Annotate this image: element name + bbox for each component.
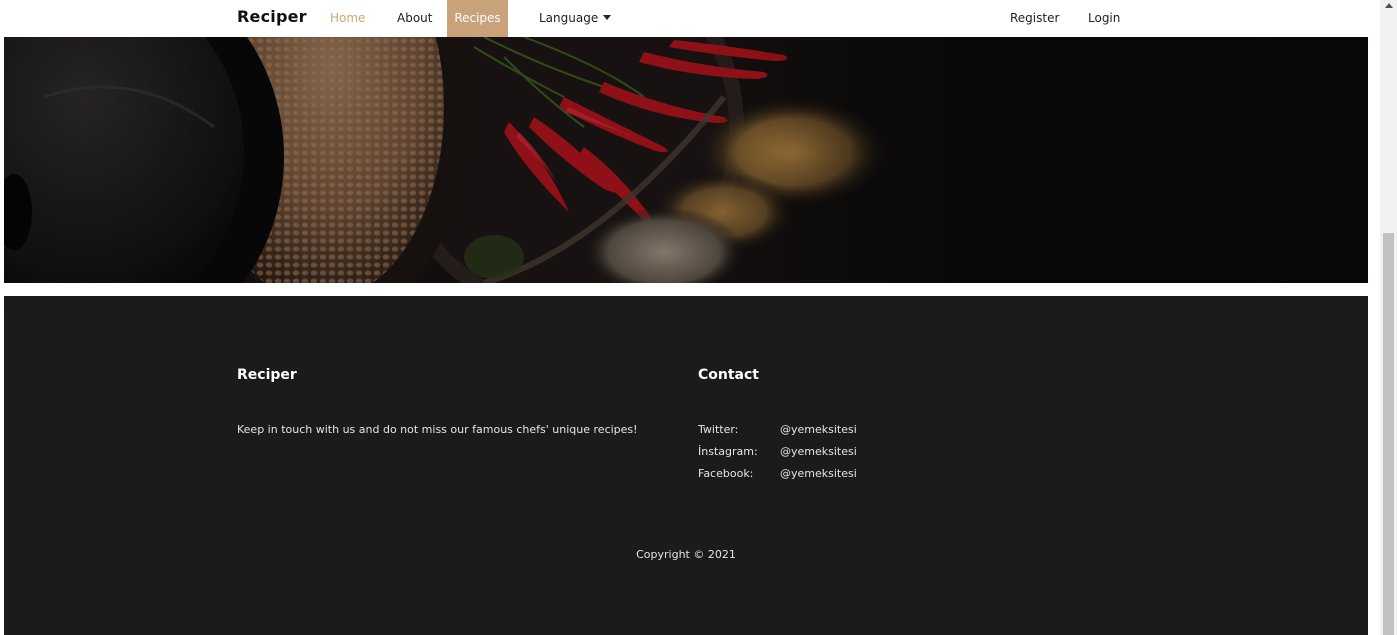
- brand-logo[interactable]: Reciper: [237, 7, 307, 26]
- nav-about-link[interactable]: About: [397, 0, 432, 37]
- contact-handle[interactable]: @yemeksitesi: [780, 423, 857, 436]
- nav-language-label: Language: [539, 11, 599, 25]
- scroll-up-arrow-icon[interactable]: [1385, 3, 1393, 8]
- caret-down-icon: [603, 15, 612, 20]
- footer-contact-title: Contact: [698, 367, 759, 383]
- hero-image: [4, 37, 1368, 283]
- footer-brand-title: Reciper: [237, 367, 297, 383]
- copyright-text: Copyright © 2021: [636, 548, 736, 561]
- contact-label: Twitter:: [698, 423, 739, 436]
- nav-register-link[interactable]: Register: [1010, 0, 1059, 37]
- contact-handle[interactable]: @yemeksitesi: [780, 445, 857, 458]
- footer-tagline: Keep in touch with us and do not miss ou…: [237, 423, 638, 436]
- page: Reciper Home About Recipes Language Regi…: [0, 0, 1397, 635]
- scrollbar-thumb[interactable]: [1383, 233, 1394, 635]
- spices-photo: [4, 37, 1368, 283]
- nav-home-link[interactable]: Home: [330, 0, 365, 37]
- nav-language-dropdown[interactable]: Language: [539, 0, 612, 37]
- contact-handle[interactable]: @yemeksitesi: [780, 467, 857, 480]
- contact-label: İnstagram:: [698, 445, 758, 458]
- contact-label: Facebook:: [698, 467, 754, 480]
- navbar: Reciper Home About Recipes Language Regi…: [0, 0, 1380, 37]
- nav-recipes-link[interactable]: Recipes: [447, 0, 508, 37]
- vertical-scrollbar[interactable]: [1380, 0, 1397, 635]
- footer: Reciper Keep in touch with us and do not…: [4, 296, 1368, 635]
- nav-login-link[interactable]: Login: [1088, 0, 1120, 37]
